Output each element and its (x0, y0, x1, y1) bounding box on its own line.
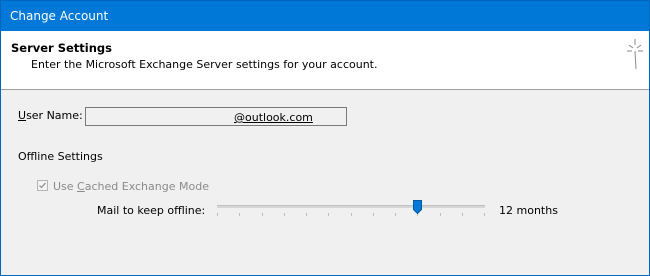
mail-to-keep-offline-label: Mail to keep offline: (97, 204, 206, 217)
slider-tick (351, 213, 352, 216)
slider-tick (328, 213, 329, 216)
user-name-value: @outlook.com (234, 111, 313, 124)
dialog-content: User Name: @outlook.com Offline Settings… (1, 90, 649, 275)
slider-tick (440, 213, 441, 216)
window-title: Change Account (10, 9, 109, 23)
checkmark-icon (39, 182, 47, 189)
section-title: Server Settings (11, 41, 113, 55)
slider-tick (462, 213, 463, 216)
mail-to-keep-offline-slider[interactable] (217, 200, 485, 222)
slider-tick (262, 213, 263, 216)
slider-track (217, 205, 485, 208)
slider-tick (395, 213, 396, 216)
slider-tick (284, 213, 285, 216)
user-name-field[interactable]: @outlook.com (85, 107, 347, 126)
offline-settings-heading: Offline Settings (18, 150, 103, 163)
section-description: Enter the Microsoft Exchange Server sett… (31, 58, 378, 71)
slider-tick (373, 213, 374, 216)
slider-ticks (217, 213, 485, 217)
title-bar[interactable]: Change Account (1, 1, 649, 31)
user-name-label: User Name: (18, 109, 83, 122)
slider-tick (484, 213, 485, 216)
dialog-header: Server Settings Enter the Microsoft Exch… (1, 31, 649, 90)
wizard-sparkle-icon (627, 39, 643, 70)
mail-to-keep-offline-value: 12 months (499, 204, 558, 217)
cached-exchange-mode-checkbox[interactable] (37, 180, 48, 191)
slider-tick (217, 213, 218, 216)
slider-tick (306, 213, 307, 216)
slider-thumb[interactable] (413, 200, 422, 214)
slider-tick (239, 213, 240, 216)
cached-exchange-mode-label: Use Cached Exchange Mode (53, 180, 209, 193)
change-account-dialog: Change Account Server Settings Enter the… (0, 0, 650, 276)
